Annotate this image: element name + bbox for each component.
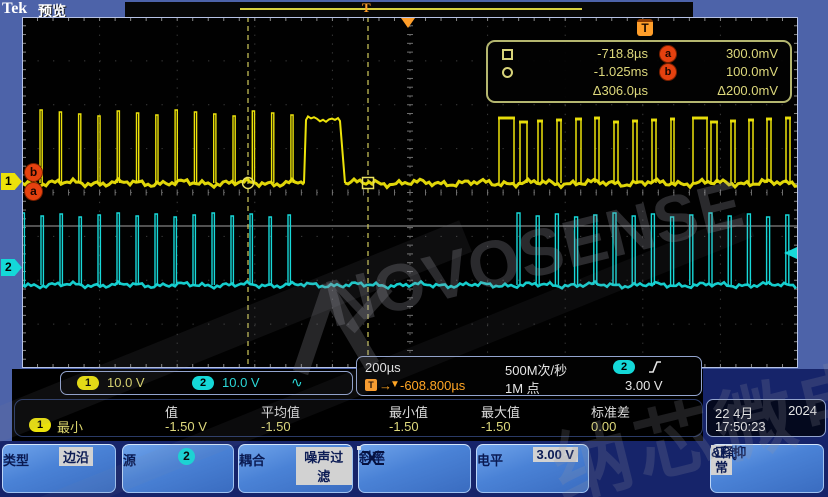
ch1-scale: 10.0 V — [107, 375, 145, 390]
menu-coupling-value: 噪声过滤 — [296, 447, 353, 485]
brand-logo: Tek — [2, 0, 27, 18]
cursor-a-badge: a — [25, 183, 42, 200]
cursor-lines — [248, 17, 368, 368]
ch2-trigger-level-arrow — [784, 247, 797, 259]
ch2-scale: 10.0 V — [222, 375, 260, 390]
ch2-badge: 2 — [192, 376, 214, 390]
menu-type-title: 类型 — [3, 450, 29, 469]
ch2-coupling-icon: ∿ — [291, 374, 303, 391]
cursor-a-volt: 300.0mV — [686, 46, 778, 61]
measurement-col-value: -1.50 — [261, 419, 291, 434]
trigger-level-value: 3.00 V — [625, 378, 663, 393]
trigger-position-flag: T — [637, 19, 653, 36]
timebase-readout-box: 200µs 500M次/秒 2 T → ▼ -608.800µs 1M 点 3.… — [356, 356, 702, 396]
ch1-position-marker: 1 — [1, 173, 22, 190]
menu-source-channel-badge: 2 — [178, 448, 195, 465]
menu-mode-value2: &释抑 — [711, 445, 746, 460]
cursor-delta-volt: Δ200.0mV — [686, 83, 778, 98]
trigger-source-badge: 2 — [613, 360, 635, 374]
menu-level-value: 3.00 V — [533, 447, 579, 462]
menu-slope-button[interactable]: 斜率 — [358, 444, 471, 493]
menu-mode-button[interactable]: 模式 正常 &释抑 — [710, 444, 824, 493]
measurement-bar: 1 最小 值-1.50 V平均值-1.50最小值-1.50最大值-1.50标准差… — [14, 399, 703, 437]
trigger-slope-icon — [647, 359, 663, 375]
trigger-delay-t-icon: T — [365, 379, 377, 391]
record-trigger-marker: T — [362, 0, 371, 16]
ch1-badge: 1 — [77, 376, 99, 390]
trigger-delay-value: -608.800µs — [400, 378, 465, 393]
cursor-a-mark: a — [660, 46, 676, 62]
trigger-delay-marker: ▼ — [390, 379, 400, 390]
menu-source-button[interactable]: 源 2 — [122, 444, 234, 493]
oscilloscope-screen: Tek 预览 T T b a 1 2 -718.8µs a 300.0mV -1… — [0, 0, 828, 497]
menu-level-button[interactable]: 电平 3.00 V — [476, 444, 589, 493]
circle-cursor-icon — [502, 67, 513, 78]
cursor-delta-time: Δ306.0µs — [524, 83, 648, 98]
menu-type-value: 边沿 — [59, 447, 93, 466]
expand-point-marker — [401, 18, 415, 28]
square-cursor-icon — [502, 49, 513, 60]
date-year: 2024 — [788, 403, 817, 418]
menu-coupling-title: 耦合 — [239, 450, 265, 469]
menu-coupling-button[interactable]: 耦合 噪声过滤 — [238, 444, 353, 493]
ch2-position-marker: 2 — [1, 259, 22, 276]
measurement-col-value: -1.50 — [389, 419, 419, 434]
datetime-box: 22 4月 2024 17:50:23 — [706, 399, 826, 437]
cursor-readout-box: -718.8µs a 300.0mV -1.025ms b 100.0mV Δ3… — [486, 40, 792, 103]
sample-rate: 500M次/秒 — [505, 360, 567, 379]
ch2-trace — [22, 213, 796, 288]
time-per-div: 200µs — [365, 360, 401, 375]
channel-readout-bar: 1 10.0 V 2 10.0 V ∿ — [60, 371, 353, 395]
cursor-a-time: -718.8µs — [524, 46, 648, 61]
clock-time: 17:50:23 — [715, 419, 766, 434]
menu-type-button[interactable]: 类型 边沿 — [2, 444, 116, 493]
cursor-b-badge: b — [25, 164, 42, 181]
record-window-indicator — [240, 8, 582, 10]
record-view-bar: T — [125, 2, 693, 17]
cursor-b-mark: b — [660, 64, 676, 80]
menu-level-title: 电平 — [477, 450, 503, 469]
measurement-col-value: -1.50 V — [165, 419, 207, 434]
cursor-b-time: -1.025ms — [524, 64, 648, 79]
measurement-col-value: -1.50 — [481, 419, 511, 434]
measurement-columns: 值-1.50 V平均值-1.50最小值-1.50最大值-1.50标准差0.00 — [15, 400, 704, 438]
menu-source-title: 源 — [123, 450, 136, 469]
cursor-b-volt: 100.0mV — [686, 64, 778, 79]
record-length: 1M 点 — [505, 378, 540, 397]
measurement-col-value: 0.00 — [591, 419, 616, 434]
